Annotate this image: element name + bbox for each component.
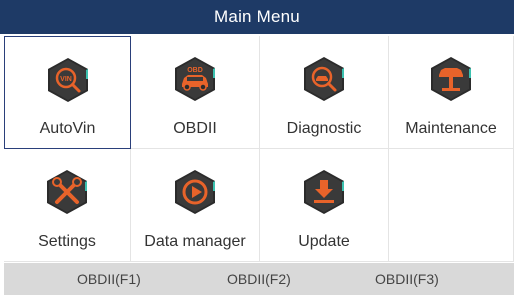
menu-item-label: Update — [298, 233, 350, 250]
menu-item-maintenance[interactable]: Maintenance — [389, 36, 514, 149]
menu-item-update[interactable]: Update — [260, 149, 389, 262]
menu-item-settings[interactable]: Settings — [4, 149, 131, 262]
menu-item-label: Maintenance — [405, 120, 497, 137]
menu-item-label: Settings — [38, 233, 96, 250]
fkey-f3-button[interactable]: OBDII(F3) — [375, 263, 439, 295]
menu-item-label: OBDII — [173, 120, 217, 137]
diagnostic-magnifier-icon — [304, 57, 344, 101]
car-lift-icon — [431, 57, 471, 101]
menu-item-data-manager[interactable]: Data manager — [131, 149, 260, 262]
play-icon — [175, 170, 215, 214]
main-menu-screen: Main Menu VIN AutoVin OBD OBDII Diagnost… — [0, 0, 514, 295]
obd-car-icon: OBD — [175, 57, 215, 101]
vin-magnifier-icon: VIN — [47, 58, 88, 102]
tools-icon — [47, 170, 87, 214]
download-icon — [304, 170, 344, 214]
svg-text:VIN: VIN — [60, 76, 72, 83]
empty-tile — [389, 149, 514, 262]
menu-item-obdii[interactable]: OBD OBDII — [131, 36, 260, 149]
menu-item-label: Diagnostic — [286, 120, 362, 137]
menu-grid: VIN AutoVin OBD OBDII Diagnostic Mainten… — [4, 36, 514, 262]
menu-item-label: Data manager — [144, 233, 246, 250]
function-key-bar: OBDII(F1) OBDII(F2) OBDII(F3) — [4, 263, 514, 295]
menu-item-autovin[interactable]: VIN AutoVin — [4, 36, 131, 149]
menu-item-label: AutoVin — [39, 120, 96, 137]
fkey-f1-button[interactable]: OBDII(F1) — [77, 263, 141, 295]
title-bar: Main Menu — [0, 0, 514, 34]
svg-text:OBD: OBD — [187, 67, 203, 74]
page-title: Main Menu — [214, 7, 300, 26]
fkey-f2-button[interactable]: OBDII(F2) — [227, 263, 291, 295]
menu-item-diagnostic[interactable]: Diagnostic — [260, 36, 389, 149]
